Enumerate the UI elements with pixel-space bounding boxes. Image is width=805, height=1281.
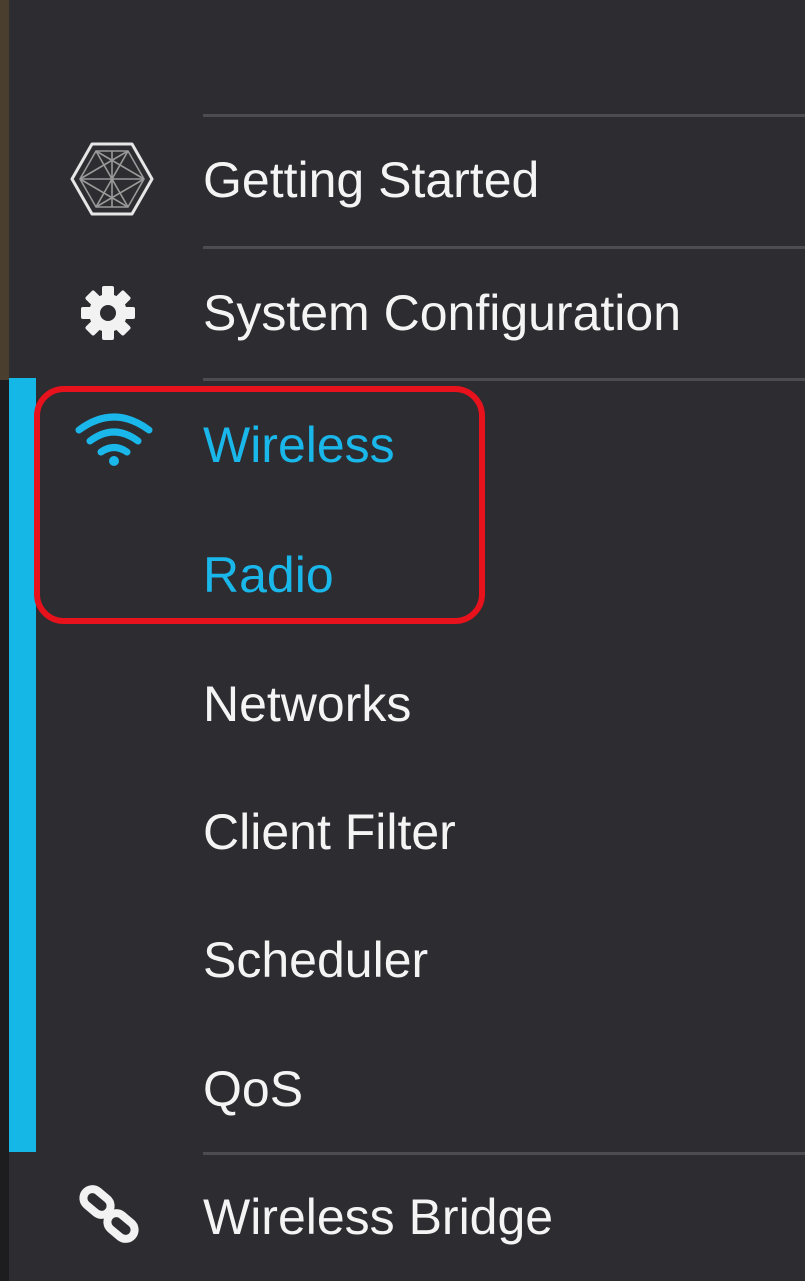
sidebar-item-label: Wireless Bridge [203,1189,554,1245]
sidebar-item-label: Getting Started [203,152,540,208]
sidebar-item-qos[interactable]: QoS [203,1059,303,1119]
sidebar-item-radio[interactable]: Radio [203,545,334,605]
sidebar-item-label: System Configuration [203,285,682,341]
divider [203,246,805,249]
cube-icon [70,142,154,216]
active-section-indicator [9,378,36,1152]
wifi-icon [75,413,153,466]
divider [203,378,805,381]
divider [203,114,805,117]
sidebar-item-client-filter[interactable]: Client Filter [203,802,456,862]
sidebar-item-scheduler[interactable]: Scheduler [203,930,428,990]
gear-icon [81,286,135,340]
sidebar-item-label: Wireless [203,417,395,473]
window-edge-accent [0,0,9,380]
sidebar-item-networks[interactable]: Networks [203,674,411,734]
divider [203,1152,805,1155]
link-icon [79,1185,139,1243]
sidebar-nav: Getting Started System Configuration Wir… [0,0,805,1281]
